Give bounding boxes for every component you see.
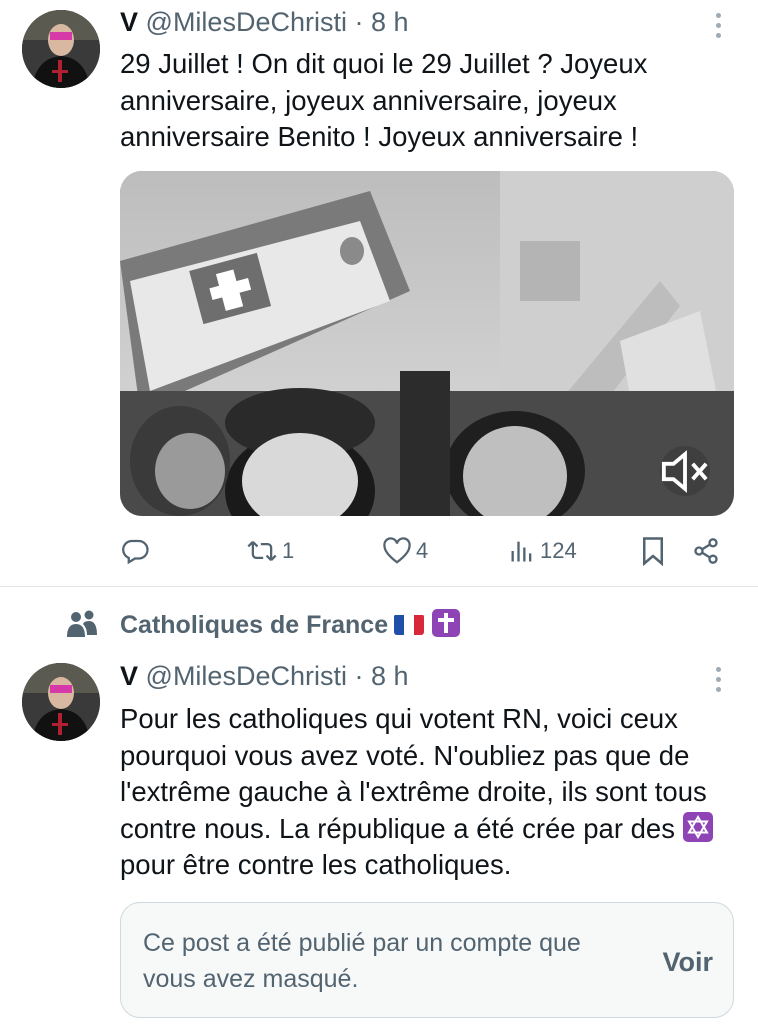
community-label: Catholiques de France — [120, 611, 389, 639]
community-name[interactable]: Catholiques de France — [120, 609, 461, 640]
tweet[interactable]: V @MilesDeChristi · 8 h 29 Juillet ! On … — [0, 0, 758, 586]
muted-account-notice: Ce post a été publié par un compte que v… — [120, 902, 734, 1018]
bookmark-button[interactable] — [640, 533, 666, 569]
tweet-text-part: Pour les catholiques qui votent RN, voic… — [120, 703, 707, 844]
community-context[interactable]: Catholiques de France — [0, 607, 758, 643]
flag-france-icon — [394, 614, 425, 635]
tweet-header: V @MilesDeChristi · 8 h — [120, 659, 409, 693]
tweet-text: Pour les catholiques qui votent RN, voic… — [120, 701, 740, 884]
retweet-icon — [247, 541, 277, 561]
community-icon — [67, 610, 97, 637]
video-frame — [120, 171, 734, 516]
latin-cross-icon — [432, 609, 461, 637]
retweet-button[interactable]: 1 — [246, 533, 294, 569]
more-options-icon[interactable] — [708, 662, 728, 696]
tweet-header: V @MilesDeChristi · 8 h — [120, 5, 409, 39]
timestamp[interactable]: 8 h — [371, 7, 409, 37]
more-options-icon[interactable] — [708, 8, 728, 42]
separator: · — [354, 661, 364, 691]
star-of-david-icon — [682, 811, 713, 842]
share-button[interactable] — [692, 533, 720, 569]
reply-button[interactable] — [120, 533, 150, 569]
like-count: 4 — [416, 538, 429, 563]
reply-icon — [122, 539, 149, 565]
like-button[interactable]: 4 — [382, 533, 428, 569]
separator: · — [354, 7, 364, 37]
views-button[interactable]: 124 — [508, 533, 577, 569]
user-handle[interactable]: @MilesDeChristi — [146, 661, 347, 691]
show-post-button[interactable]: Voir — [662, 947, 713, 978]
speaker-muted-icon — [661, 449, 708, 493]
view-count: 124 — [540, 538, 577, 563]
user-handle[interactable]: @MilesDeChristi — [146, 7, 347, 37]
share-icon — [694, 538, 718, 564]
tweet-actions: 1 4 124 — [120, 533, 734, 569]
display-name[interactable]: V — [120, 661, 138, 691]
views-icon — [511, 541, 532, 562]
avatar[interactable] — [22, 663, 100, 741]
bookmark-icon — [643, 537, 663, 566]
tweet-text-part: pour être contre les catholiques. — [120, 849, 512, 880]
tweet-text: 29 Juillet ! On dit quoi le 29 Juillet ?… — [120, 48, 648, 152]
mute-toggle-button[interactable] — [660, 446, 710, 496]
divider — [0, 586, 758, 587]
retweet-count: 1 — [282, 538, 295, 563]
muted-notice-text: Ce post a été publié par un compte que v… — [143, 929, 581, 993]
timestamp[interactable]: 8 h — [371, 661, 409, 691]
avatar[interactable] — [22, 10, 100, 88]
video-player[interactable] — [120, 171, 734, 516]
heart-icon — [383, 537, 411, 564]
display-name[interactable]: V — [120, 7, 138, 37]
